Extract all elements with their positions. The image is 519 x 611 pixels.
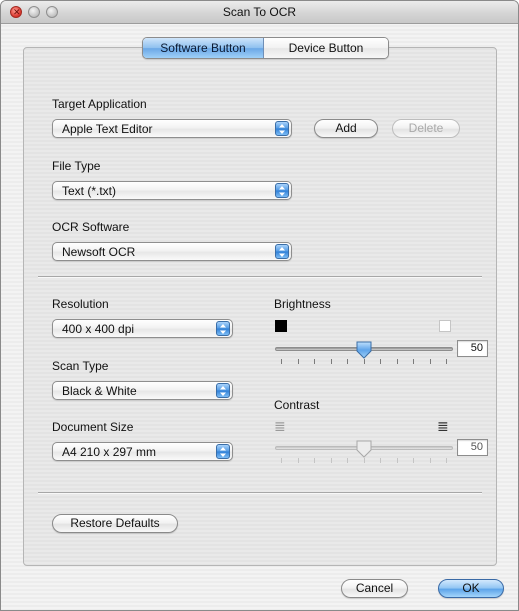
contrast-label: Contrast (274, 398, 320, 412)
brightness-label: Brightness (274, 297, 331, 311)
popup-arrows-icon (275, 121, 289, 136)
document-size-label: Document Size (52, 420, 134, 434)
slider-tick (413, 458, 414, 463)
high-contrast-icon: ≣ (437, 418, 449, 434)
scan-type-value: Black & White (62, 384, 137, 398)
add-button[interactable]: Add (314, 119, 378, 138)
target-application-select[interactable]: Apple Text Editor (52, 119, 292, 138)
slider-tick (364, 359, 365, 364)
brightness-value-field[interactable]: 50 (457, 340, 488, 357)
contrast-value-field[interactable]: 50 (457, 439, 488, 456)
slider-tick (298, 359, 299, 364)
scan-type-select[interactable]: Black & White (52, 381, 233, 400)
resolution-select[interactable]: 400 x 400 dpi (52, 319, 233, 338)
ocr-software-value: Newsoft OCR (62, 245, 136, 259)
popup-arrows-icon (216, 321, 230, 336)
dark-swatch-icon (275, 320, 287, 332)
popup-arrows-icon (275, 244, 289, 259)
slider-tick (397, 359, 398, 364)
slider-tick (281, 359, 282, 364)
low-contrast-icon: ≣ (274, 418, 286, 434)
brightness-slider-thumb[interactable] (356, 341, 372, 359)
contrast-slider-thumb[interactable] (356, 440, 372, 458)
slider-tick (413, 359, 414, 364)
slider-tick (397, 458, 398, 463)
slider-tick (380, 458, 381, 463)
popup-arrows-icon (216, 383, 230, 398)
button-mode-tabs: Software Button Device Button (142, 37, 389, 59)
resolution-value: 400 x 400 dpi (62, 322, 135, 336)
popup-arrows-icon (216, 444, 230, 459)
section-divider (38, 276, 482, 278)
brightness-ticks (281, 359, 447, 365)
slider-tick (314, 359, 315, 364)
contrast-ticks (281, 458, 447, 464)
popup-arrows-icon (275, 183, 289, 198)
delete-button[interactable]: Delete (392, 119, 460, 138)
scan-type-label: Scan Type (52, 359, 109, 373)
slider-tick (314, 458, 315, 463)
ocr-software-select[interactable]: Newsoft OCR (52, 242, 292, 261)
slider-tick (446, 359, 447, 364)
ok-button[interactable]: OK (438, 579, 504, 598)
slider-tick (281, 458, 282, 463)
target-application-label: Target Application (52, 97, 147, 111)
restore-defaults-button[interactable]: Restore Defaults (52, 514, 178, 533)
document-size-value: A4 210 x 297 mm (62, 445, 157, 459)
slider-tick (298, 458, 299, 463)
slider-tick (331, 458, 332, 463)
slider-tick (380, 359, 381, 364)
scan-to-ocr-window: ✕ Scan To OCR Target Application Apple T… (0, 0, 519, 611)
window-title: Scan To OCR (222, 5, 297, 19)
file-type-label: File Type (52, 159, 101, 173)
light-swatch-icon (439, 320, 451, 332)
tab-device-button[interactable]: Device Button (264, 38, 388, 58)
slider-tick (430, 359, 431, 364)
document-size-select[interactable]: A4 210 x 297 mm (52, 442, 233, 461)
resolution-label: Resolution (52, 297, 109, 311)
tab-software-button[interactable]: Software Button (143, 38, 264, 58)
slider-tick (347, 458, 348, 463)
slider-tick (446, 458, 447, 463)
title-bar[interactable]: ✕ Scan To OCR (1, 1, 518, 24)
slider-tick (331, 359, 332, 364)
file-type-select[interactable]: Text (*.txt) (52, 181, 292, 200)
slider-tick (347, 359, 348, 364)
slider-tick (430, 458, 431, 463)
slider-tick (364, 458, 365, 463)
settings-panel: Target Application Apple Text Editor Add… (23, 47, 497, 566)
cancel-button[interactable]: Cancel (341, 579, 408, 598)
target-application-value: Apple Text Editor (62, 122, 153, 136)
section-divider (38, 492, 482, 494)
file-type-value: Text (*.txt) (62, 184, 117, 198)
ocr-software-label: OCR Software (52, 220, 130, 234)
